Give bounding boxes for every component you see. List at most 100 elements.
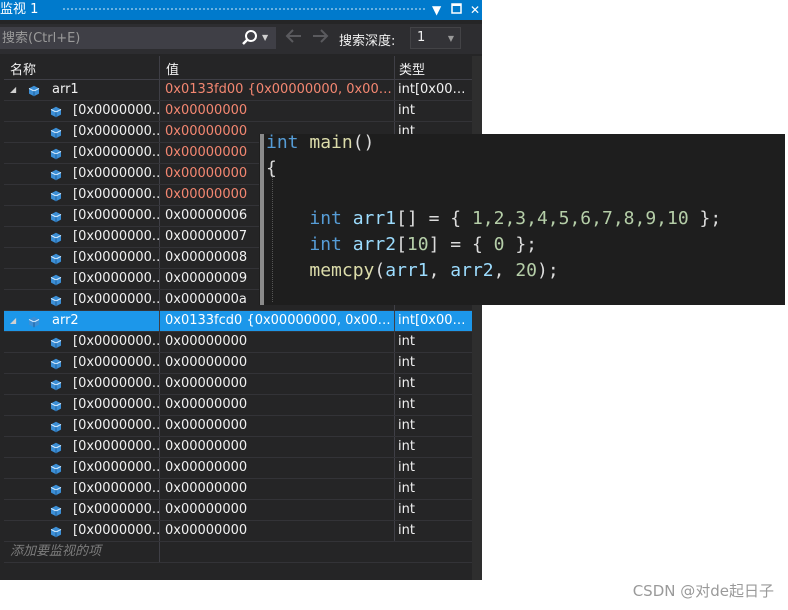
close-icon[interactable]: ✕ — [470, 1, 480, 19]
search-previous-icon[interactable] — [284, 25, 304, 47]
value-cell[interactable]: 0x00000000 — [161, 500, 394, 520]
name-cell: [0x0000000... — [4, 164, 159, 184]
code-snippet: int main() { int arr1[] = { 1,2,3,4,5,6,… — [259, 132, 785, 305]
value-cell[interactable]: 0x00000000 — [161, 374, 394, 394]
value-cell[interactable]: 0x0133fcd0 {0x00000000, 0x0000... — [161, 311, 394, 331]
watch-toolbar: ▼ 搜索深度: 1 ▼ — [0, 24, 482, 54]
table-row[interactable]: [0x0000000...0x00000000 int — [4, 332, 472, 353]
value-cell[interactable]: 0x00000000 — [161, 521, 394, 541]
element-icon — [50, 105, 62, 118]
watch-row-arr1[interactable]: ◢ arr1 0x0133fd00 {0x00000000, 0x0000... in… — [4, 80, 472, 101]
value-cell[interactable]: 0x00000000 — [161, 353, 394, 373]
name-cell: [0x0000000... — [4, 143, 159, 163]
code-line-1: int main() — [266, 132, 375, 153]
element-icon — [50, 252, 62, 265]
element-name: [0x0000000... — [73, 271, 159, 286]
type-cell: int — [398, 355, 415, 370]
value-cell[interactable]: 0x00000000 — [161, 479, 394, 499]
table-row[interactable]: [0x0000000...0x00000000 int — [4, 479, 472, 500]
type-cell: int — [398, 397, 415, 412]
collapse-icon[interactable]: ◢ — [10, 311, 22, 331]
type-cell: int — [398, 439, 415, 454]
element-icon — [50, 399, 62, 412]
name-cell: [0x0000000... — [4, 122, 159, 142]
value-cell[interactable]: 0x00000000 — [161, 416, 394, 436]
grid-header: 名称 值 类型 — [4, 56, 472, 80]
element-name: [0x0000000... — [73, 124, 159, 139]
element-name: [0x0000000... — [73, 502, 159, 517]
type-cell: int — [398, 523, 415, 538]
name-cell: [0x0000000... — [4, 101, 159, 121]
table-row[interactable]: [0x0000000...0x00000000 int — [4, 500, 472, 521]
maximize-icon[interactable] — [451, 1, 462, 19]
add-watch-placeholder[interactable]: 添加要监视的项 — [4, 542, 159, 562]
type-cell: int — [398, 376, 415, 391]
name-cell: [0x0000000... — [4, 521, 159, 541]
search-options-dropdown-icon[interactable]: ▼ — [262, 33, 268, 42]
table-row[interactable]: [0x0000000...0x00000000 int — [4, 101, 472, 122]
search-depth-select[interactable]: 1 ▼ — [410, 27, 461, 49]
element-icon — [50, 210, 62, 223]
value-cell[interactable]: 0x0133fd00 {0x00000000, 0x0000... — [161, 80, 394, 100]
search-icon[interactable] — [240, 29, 260, 47]
element-icon — [50, 273, 62, 286]
element-icon — [50, 147, 62, 160]
code-line-3: int arr1[] = { 1,2,3,4,5,6,7,8,9,10 }; — [309, 208, 722, 229]
element-name: [0x0000000... — [73, 166, 159, 181]
value-cell[interactable]: 0x00000000 — [161, 395, 394, 415]
element-icon — [50, 483, 62, 496]
variable-icon — [28, 84, 40, 97]
add-watch-row[interactable]: 添加要监视的项 — [4, 542, 472, 563]
search-depth-label: 搜索深度: — [339, 34, 396, 49]
table-row[interactable]: [0x0000000...0x00000000 int — [4, 458, 472, 479]
code-line-5: memcpy(arr1, arr2, 20); — [309, 260, 559, 281]
name-cell: [0x0000000... — [4, 395, 159, 415]
element-name: [0x0000000... — [73, 250, 159, 265]
table-row[interactable]: [0x0000000...0x00000000 int — [4, 521, 472, 542]
table-row[interactable]: [0x0000000...0x00000000 int — [4, 353, 472, 374]
search-depth-value: 1 — [417, 30, 426, 45]
element-name: [0x0000000... — [73, 376, 159, 391]
element-icon — [50, 504, 62, 517]
window-title: 监视 1 — [0, 2, 39, 17]
value-cell[interactable]: 0x00000000 — [161, 332, 394, 352]
value-cell[interactable]: 0x00000000 — [161, 458, 394, 478]
column-header-name[interactable]: 名称 — [10, 59, 36, 78]
column-header-value[interactable]: 值 — [166, 59, 179, 78]
element-name: [0x0000000... — [73, 523, 159, 538]
element-name: [0x0000000... — [73, 187, 159, 202]
name-cell: [0x0000000... — [4, 353, 159, 373]
variable-name: arr1 — [52, 82, 79, 97]
name-cell: [0x0000000... — [4, 332, 159, 352]
collapse-icon[interactable]: ◢ — [10, 80, 22, 100]
value-cell[interactable]: 0x00000000 — [161, 101, 394, 121]
title-bar[interactable]: 监视 1 ▼ ✕ — [0, 0, 482, 20]
search-box: ▼ — [0, 27, 276, 49]
element-icon — [50, 378, 62, 391]
element-icon — [50, 336, 62, 349]
type-cell: int — [398, 418, 415, 433]
value-cell[interactable]: 0x00000000 — [161, 437, 394, 457]
element-name: [0x0000000... — [73, 334, 159, 349]
element-name: [0x0000000... — [73, 460, 159, 475]
search-input[interactable] — [2, 27, 232, 49]
element-icon — [50, 189, 62, 202]
table-row[interactable]: [0x0000000...0x00000000 int — [4, 374, 472, 395]
name-cell: ◢ arr2 — [4, 311, 159, 331]
element-name: [0x0000000... — [73, 208, 159, 223]
type-cell: int[0x000... — [398, 82, 472, 97]
watch-grid: 名称 值 类型 ◢ arr1 0x0133fd00 {0x00000000, 0x0… — [4, 56, 472, 563]
name-cell: [0x0000000... — [4, 437, 159, 457]
search-next-icon[interactable] — [310, 25, 330, 47]
element-name: [0x0000000... — [73, 418, 159, 433]
table-row[interactable]: [0x0000000...0x00000000 int — [4, 437, 472, 458]
name-cell: [0x0000000... — [4, 227, 159, 247]
code-margin-bar — [260, 134, 264, 305]
watch-row-arr2[interactable]: ◢ arr2 0x0133fcd0 {0x00000000, 0x0000... in… — [4, 311, 472, 332]
table-row[interactable]: [0x0000000...0x00000000 int — [4, 416, 472, 437]
drag-grip[interactable] — [62, 7, 426, 12]
table-row[interactable]: [0x0000000...0x00000000 int — [4, 395, 472, 416]
window-menu-icon[interactable]: ▼ — [432, 1, 441, 19]
column-header-type[interactable]: 类型 — [399, 59, 425, 78]
code-line-2: { — [266, 158, 277, 179]
